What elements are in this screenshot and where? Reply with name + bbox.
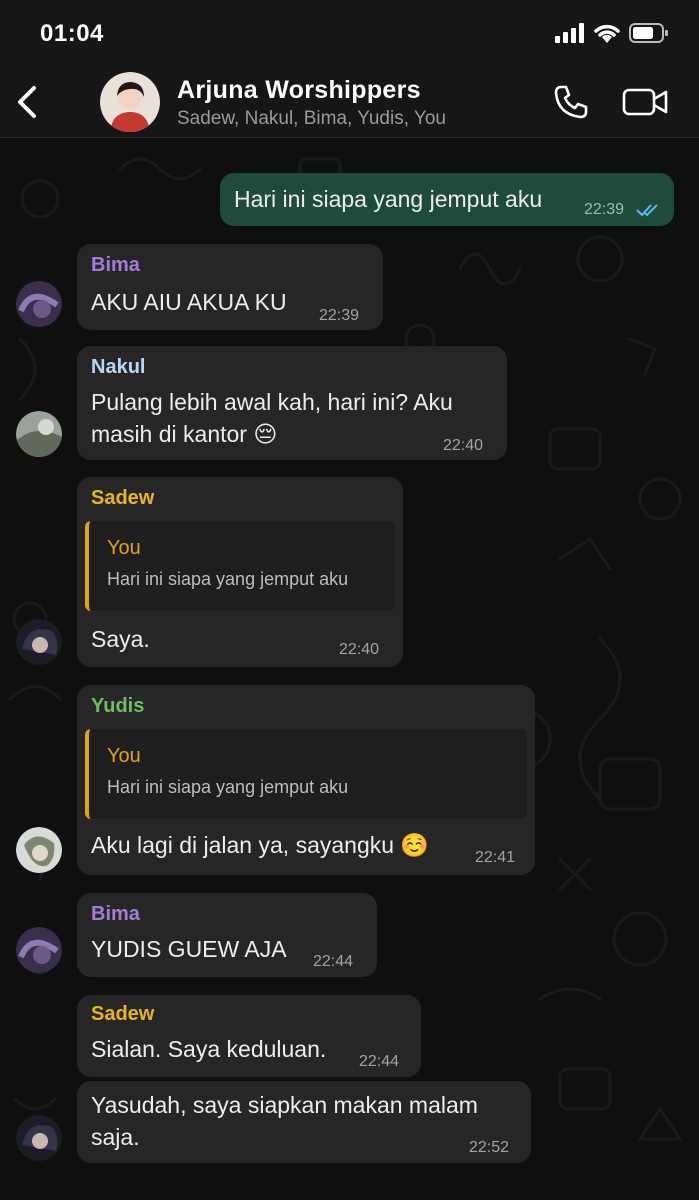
message-text-line-1: Yasudah, saya siapkan makan malam xyxy=(91,1092,478,1118)
battery-icon xyxy=(629,23,668,43)
message-time: 22:41 xyxy=(475,849,516,866)
sender-name[interactable]: Yudis xyxy=(91,695,144,718)
message-time: 22:44 xyxy=(359,1053,400,1070)
message-text: Aku lagi di jalan ya, sayangku ☺️ xyxy=(91,832,430,858)
message-bubble-incoming[interactable]: Bima AKU AIU AKUA KU 22:39 xyxy=(77,244,383,330)
message-time: 22:40 xyxy=(443,437,484,454)
read-receipt-icon xyxy=(636,204,658,217)
message-time: 22:52 xyxy=(469,1139,510,1156)
sender-avatar-yudis[interactable] xyxy=(16,827,62,873)
status-time: 01:04 xyxy=(40,20,104,47)
message-bubble-incoming-reply[interactable]: Sadew You Hari ini siapa yang jemput aku… xyxy=(77,477,403,667)
message-bubble-incoming[interactable]: Sadew Sialan. Saya keduluan. 22:44 xyxy=(77,995,421,1077)
message-bubble-incoming-reply[interactable]: Yudis You Hari ini siapa yang jemput aku… xyxy=(77,685,535,875)
quoted-text: Hari ini siapa yang jemput aku xyxy=(107,777,349,797)
message-text: YUDIS GUEW AJA xyxy=(91,936,287,962)
sender-name[interactable]: Sadew xyxy=(91,1003,154,1026)
cellular-signal-icon xyxy=(555,23,584,43)
wifi-icon xyxy=(594,24,620,43)
quoted-sender: You xyxy=(107,745,141,767)
sender-avatar-sadew[interactable] xyxy=(16,619,62,665)
sender-avatar-bima[interactable] xyxy=(16,281,62,327)
message-text: Hari ini siapa yang jemput aku xyxy=(234,186,543,212)
chat-header: Arjuna Worshippers Sadew, Nakul, Bima, Y… xyxy=(0,66,699,138)
message-text: Sialan. Saya keduluan. xyxy=(91,1036,327,1062)
message-bubble-incoming[interactable]: Nakul Pulang lebih awal kah, hari ini? A… xyxy=(77,346,507,460)
sender-name[interactable]: Nakul xyxy=(91,356,145,379)
video-camera-icon[interactable] xyxy=(622,86,668,118)
chevron-left-icon[interactable] xyxy=(12,80,42,124)
message-text: Saya. xyxy=(91,626,150,652)
message-time: 22:44 xyxy=(313,953,354,970)
message-time: 22:39 xyxy=(584,201,625,218)
message-text-line-2: masih di kantor 😔 xyxy=(91,421,278,447)
group-title[interactable]: Arjuna Worshippers xyxy=(177,76,421,105)
quoted-sender: You xyxy=(107,537,141,559)
sender-name[interactable]: Sadew xyxy=(91,487,154,510)
message-time: 22:39 xyxy=(319,307,360,324)
phone-icon[interactable] xyxy=(553,84,589,120)
message-bubble-outgoing[interactable]: Hari ini siapa yang jemput aku 22:39 xyxy=(220,173,674,226)
group-avatar[interactable] xyxy=(100,72,160,132)
group-members[interactable]: Sadew, Nakul, Bima, Yudis, You xyxy=(177,108,446,130)
message-text-line-1: Pulang lebih awal kah, hari ini? Aku xyxy=(91,389,453,415)
chat-messages[interactable]: Hari ini siapa yang jemput aku 22:39 Bim… xyxy=(0,139,699,1200)
message-bubble-incoming[interactable]: Yasudah, saya siapkan makan malam saja. … xyxy=(77,1081,531,1163)
message-text: AKU AIU AKUA KU xyxy=(91,289,287,315)
sender-avatar-nakul[interactable] xyxy=(16,411,62,457)
message-text-line-2: saja. xyxy=(91,1124,140,1150)
quoted-message[interactable]: You Hari ini siapa yang jemput aku xyxy=(85,729,527,819)
sender-avatar-sadew[interactable] xyxy=(16,1115,62,1161)
message-bubble-incoming[interactable]: Bima YUDIS GUEW AJA 22:44 xyxy=(77,893,377,977)
sender-name[interactable]: Bima xyxy=(91,254,140,277)
quoted-message[interactable]: You Hari ini siapa yang jemput aku xyxy=(85,521,395,611)
sender-name[interactable]: Bima xyxy=(91,903,140,926)
status-bar: 01:04 xyxy=(0,0,699,66)
sender-avatar-bima[interactable] xyxy=(16,927,62,973)
status-icons xyxy=(555,22,669,44)
message-time: 22:40 xyxy=(339,641,380,658)
quoted-text: Hari ini siapa yang jemput aku xyxy=(107,569,349,589)
